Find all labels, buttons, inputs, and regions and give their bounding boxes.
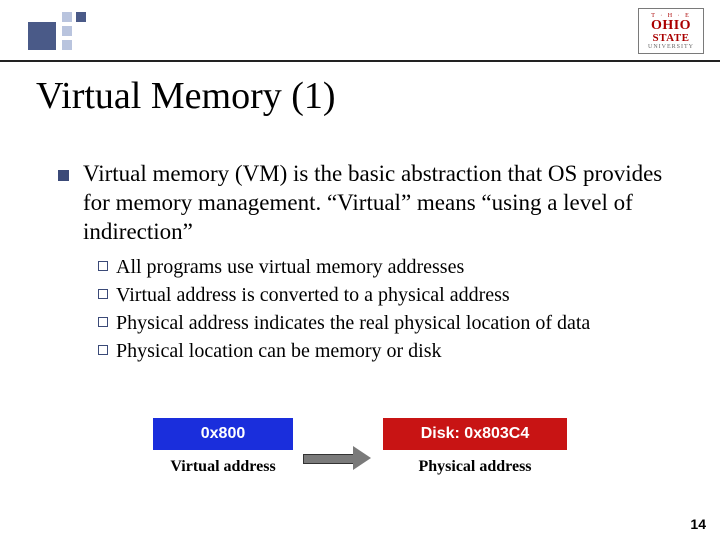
- hollow-square-bullet-icon: [98, 289, 108, 299]
- bullet-level2: Virtual address is converted to a physic…: [98, 282, 680, 308]
- sub-bullet-text: Physical address indicates the real phys…: [116, 310, 590, 336]
- logo-line-ohio: OHIO: [651, 19, 691, 33]
- bullet-level2: Physical location can be memory or disk: [98, 338, 680, 364]
- logo-line-state: STATE: [653, 33, 690, 44]
- slide-title: Virtual Memory (1): [36, 74, 336, 118]
- bullet-level1: Virtual memory (VM) is the basic abstrac…: [58, 160, 680, 246]
- arrow-right-icon: [303, 449, 373, 467]
- address-diagram: 0x800 Virtual address Disk: 0x803C4 Phys…: [0, 418, 720, 476]
- hollow-square-bullet-icon: [98, 345, 108, 355]
- bullet-text: Virtual memory (VM) is the basic abstrac…: [83, 160, 680, 246]
- sub-bullet-text: All programs use virtual memory addresse…: [116, 254, 464, 280]
- hollow-square-bullet-icon: [98, 261, 108, 271]
- page-number: 14: [690, 516, 706, 532]
- sub-bullet-list: All programs use virtual memory addresse…: [98, 254, 680, 364]
- virtual-address-box: 0x800: [153, 418, 293, 450]
- bullet-level2: All programs use virtual memory addresse…: [98, 254, 680, 280]
- hollow-square-bullet-icon: [98, 317, 108, 327]
- virtual-address-caption: Virtual address: [170, 458, 275, 476]
- square-bullet-icon: [58, 170, 69, 181]
- sub-bullet-text: Virtual address is converted to a physic…: [116, 282, 510, 308]
- sub-bullet-text: Physical location can be memory or disk: [116, 338, 441, 364]
- logo-line-univ: UNIVERSITY: [648, 44, 694, 50]
- physical-address-box: Disk: 0x803C4: [383, 418, 567, 450]
- slide-body: Virtual memory (VM) is the basic abstrac…: [58, 160, 680, 366]
- slide: T · H · E OHIO STATE UNIVERSITY Virtual …: [0, 0, 720, 540]
- physical-address-caption: Physical address: [418, 458, 531, 476]
- header-rule: [0, 60, 720, 62]
- bullet-level2: Physical address indicates the real phys…: [98, 310, 680, 336]
- ohio-state-logo: T · H · E OHIO STATE UNIVERSITY: [638, 8, 704, 54]
